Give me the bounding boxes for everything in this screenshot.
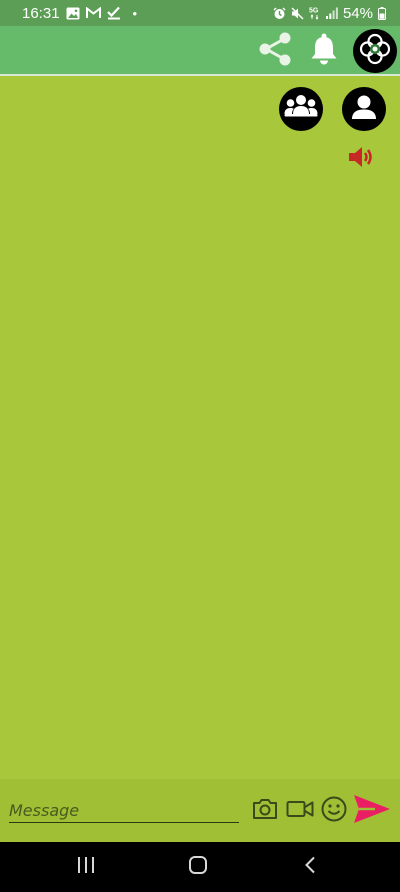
speaker-icon	[347, 145, 375, 174]
camera-button[interactable]	[250, 797, 280, 825]
video-button[interactable]	[285, 797, 315, 825]
battery-percent: 54%	[342, 4, 373, 22]
share-button[interactable]	[254, 30, 296, 72]
battery-icon	[378, 6, 386, 20]
system-nav-bar	[0, 842, 400, 892]
gallery-icon	[66, 7, 80, 20]
message-input[interactable]	[9, 799, 239, 823]
status-right: 5G 54%	[273, 5, 386, 22]
status-time: 16:31	[22, 4, 60, 22]
group-icon	[284, 94, 318, 125]
clover-logo-icon	[358, 32, 392, 71]
share-icon	[256, 30, 294, 73]
speaker-button[interactable]	[346, 146, 376, 172]
app-bar	[0, 26, 400, 76]
bell-icon	[308, 32, 340, 71]
home-icon	[188, 855, 208, 880]
notifications-button[interactable]	[303, 30, 345, 72]
group-button[interactable]	[279, 87, 323, 131]
emoji-button[interactable]	[319, 795, 349, 828]
alarm-icon	[273, 6, 286, 20]
person-icon	[349, 92, 379, 127]
check-icon	[106, 6, 121, 20]
notification-dot: •	[132, 5, 138, 21]
signal-icon	[325, 7, 338, 19]
mute-icon	[291, 6, 304, 20]
message-composer	[0, 779, 400, 842]
emoji-icon	[320, 795, 348, 828]
person-button[interactable]	[342, 87, 386, 131]
camera-icon	[251, 797, 279, 826]
recent-apps-button[interactable]	[66, 854, 106, 880]
home-button[interactable]	[178, 854, 218, 880]
recent-apps-icon	[76, 856, 96, 879]
send-icon	[353, 793, 391, 830]
back-icon	[303, 856, 317, 879]
send-button[interactable]	[353, 793, 391, 830]
status-left: 16:31 •	[22, 5, 137, 22]
svg-text:5G: 5G	[309, 8, 319, 15]
gmail-icon	[85, 7, 101, 19]
video-icon	[286, 799, 314, 824]
profile-logo-button[interactable]	[353, 29, 397, 73]
5g-icon: 5G	[309, 6, 321, 20]
chat-area[interactable]	[0, 76, 400, 779]
back-button[interactable]	[290, 854, 330, 880]
status-bar: 16:31 • 5G 54%	[0, 0, 400, 26]
